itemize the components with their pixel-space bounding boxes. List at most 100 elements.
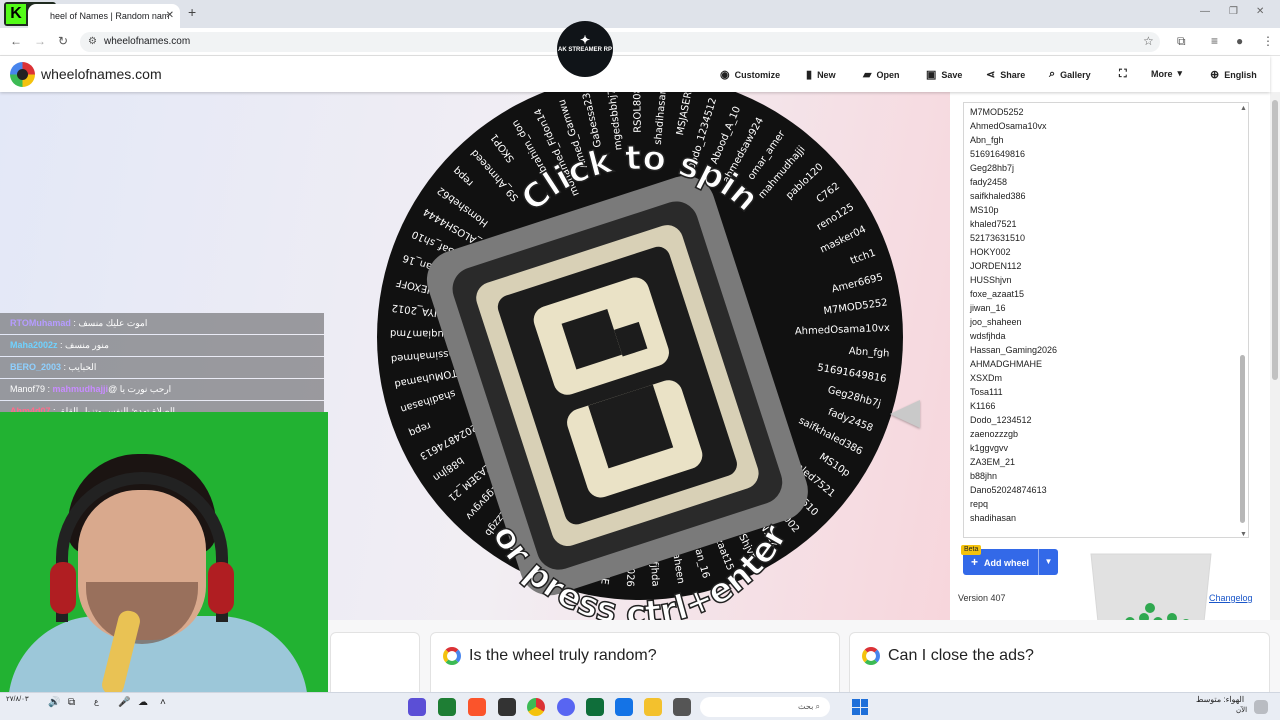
tray-chevron-icon[interactable]: ˄ bbox=[160, 697, 166, 708]
entry-line[interactable]: Dodo_1234512 bbox=[964, 413, 1248, 427]
cloud-icon[interactable]: ☁ bbox=[138, 697, 148, 708]
faq-card-partial[interactable] bbox=[330, 632, 420, 692]
fullscreen-button[interactable]: ⛶ bbox=[1119, 68, 1127, 81]
chrome-icon[interactable] bbox=[527, 698, 545, 716]
entry-line[interactable]: foxe_azaat15 bbox=[964, 287, 1248, 301]
file-explorer-icon[interactable] bbox=[644, 698, 662, 716]
entry-line[interactable]: saifkhaled386 bbox=[964, 189, 1248, 203]
entry-line[interactable]: Dano52024874613 bbox=[964, 483, 1248, 497]
microphone-icon[interactable]: 🎤 bbox=[118, 697, 130, 708]
entry-line[interactable]: shadihasan bbox=[964, 511, 1248, 525]
chat-message: اموت عليك منسف : RTOMuhamad bbox=[0, 313, 324, 334]
app-icon-1[interactable] bbox=[408, 698, 426, 716]
browser-tab-bar: K 16 heel of Names | Random nam ✕ + — ❐ … bbox=[0, 0, 1280, 28]
profile-avatar-icon[interactable]: ● bbox=[1236, 34, 1243, 48]
forward-icon[interactable]: → bbox=[34, 34, 46, 48]
close-tab-icon[interactable]: ✕ bbox=[166, 4, 174, 28]
entry-line[interactable]: AHMADGHMAHE bbox=[964, 357, 1248, 371]
entry-line[interactable]: repq bbox=[964, 497, 1248, 511]
entry-line[interactable]: b88jhn bbox=[964, 469, 1248, 483]
weather-icon[interactable] bbox=[1254, 700, 1268, 714]
bookmark-star-icon[interactable]: ☆ bbox=[1143, 34, 1154, 48]
page-scroll-thumb[interactable] bbox=[1272, 100, 1278, 380]
new-tab-icon[interactable]: + bbox=[188, 4, 196, 20]
entry-line[interactable]: HOKY002 bbox=[964, 245, 1248, 259]
scroll-down-icon[interactable]: ▼ bbox=[1240, 531, 1247, 537]
language-indicator-icon[interactable]: ع bbox=[94, 697, 99, 706]
entry-line[interactable]: k1ggvgvv bbox=[964, 441, 1248, 455]
network-icon[interactable]: ⧉ bbox=[68, 697, 75, 708]
scroll-up-icon[interactable]: ▲ bbox=[1240, 105, 1247, 112]
entries-scrollbar[interactable]: ▲ ▼ bbox=[1240, 105, 1247, 537]
entries-textarea[interactable]: M7MOD5252 AhmedOsama10vx Abn_fgh 5169164981… bbox=[963, 102, 1249, 538]
new-button[interactable]: ▮ New bbox=[806, 68, 836, 81]
wheel-logo-icon[interactable] bbox=[10, 62, 35, 87]
reload-icon[interactable]: ↻ bbox=[58, 34, 68, 48]
store-icon[interactable] bbox=[615, 698, 633, 716]
chat-username: Maha2002z bbox=[10, 340, 58, 350]
obs-icon[interactable] bbox=[498, 698, 516, 716]
entries-scroll-thumb[interactable] bbox=[1240, 355, 1245, 523]
site-name[interactable]: wheelofnames.com bbox=[41, 66, 162, 82]
page-scrollbar[interactable] bbox=[1270, 92, 1280, 620]
entry-line[interactable]: JORDEN112 bbox=[964, 259, 1248, 273]
entry-line[interactable]: joo_shaheen bbox=[964, 315, 1248, 329]
url-text: wheelofnames.com bbox=[104, 36, 191, 47]
more-button[interactable]: More ▾ bbox=[1151, 68, 1182, 79]
url-input[interactable]: ⚙ wheelofnames.com bbox=[80, 32, 1160, 52]
volume-icon[interactable]: 🔊 bbox=[48, 697, 60, 708]
weather-subtext: الآن bbox=[1236, 707, 1248, 714]
faq-card-ads[interactable]: Can I close the ads? bbox=[849, 632, 1270, 692]
browser-tab[interactable]: heel of Names | Random nam ✕ bbox=[28, 4, 180, 28]
open-button[interactable]: ▰ Open bbox=[863, 68, 899, 81]
maximize-icon[interactable]: ❐ bbox=[1229, 6, 1238, 17]
version-label: Version 407 bbox=[958, 593, 1006, 603]
entry-line[interactable]: jiwan_16 bbox=[964, 301, 1248, 315]
entry-line[interactable]: MS10p bbox=[964, 203, 1248, 217]
entry-line[interactable]: khaled7521 bbox=[964, 217, 1248, 231]
app-icon-3[interactable] bbox=[673, 698, 691, 716]
site-info-icon[interactable]: ⚙ bbox=[88, 32, 97, 52]
customize-button[interactable]: ◉ Customize bbox=[720, 68, 780, 81]
entry-line[interactable]: fady2458 bbox=[964, 175, 1248, 189]
eagle-icon: ✦ bbox=[579, 33, 591, 47]
browser-menu-icon[interactable]: ⋮ bbox=[1262, 34, 1274, 48]
entry-line[interactable]: wdsfjhda bbox=[964, 329, 1248, 343]
entry-line[interactable]: HUSShjvn bbox=[964, 273, 1248, 287]
entry-line[interactable]: Geg28hb7j bbox=[964, 161, 1248, 175]
discord-icon[interactable] bbox=[557, 698, 575, 716]
entry-line[interactable]: M7MOD5252 bbox=[964, 105, 1248, 119]
save-button[interactable]: ▣ Save bbox=[926, 68, 962, 81]
reading-list-icon[interactable]: ≡ bbox=[1211, 34, 1218, 48]
close-window-icon[interactable]: ✕ bbox=[1256, 6, 1264, 17]
taskbar-search-input[interactable]: بحث ⌕ bbox=[700, 697, 830, 717]
entry-line[interactable]: Tosa111 bbox=[964, 385, 1248, 399]
entry-line[interactable]: zaenozzzgb bbox=[964, 427, 1248, 441]
windows-start-icon[interactable] bbox=[852, 699, 868, 715]
entry-line[interactable]: 51691649816 bbox=[964, 147, 1248, 161]
brave-icon[interactable] bbox=[468, 698, 486, 716]
entry-line[interactable]: XSXDm bbox=[964, 371, 1248, 385]
wheel-pointer bbox=[890, 400, 920, 428]
entry-line[interactable]: ZA3EM_21 bbox=[964, 455, 1248, 469]
save-icon: ▣ bbox=[926, 69, 937, 81]
back-icon[interactable]: ← bbox=[10, 34, 22, 48]
entry-line[interactable]: K1166 bbox=[964, 399, 1248, 413]
minimize-icon[interactable]: — bbox=[1200, 6, 1210, 17]
terminal-icon[interactable] bbox=[586, 698, 604, 716]
gallery-button[interactable]: ⌕ Gallery bbox=[1049, 68, 1091, 81]
taskbar-date: ٢٧/٨/٠٣ bbox=[6, 696, 29, 703]
extensions-icon[interactable]: ⧉ bbox=[1177, 34, 1186, 49]
app-icon-2[interactable] bbox=[438, 698, 456, 716]
share-button[interactable]: ⋖ Share bbox=[986, 68, 1025, 81]
entry-line[interactable]: Abn_fgh bbox=[964, 133, 1248, 147]
weather-text[interactable]: الهواء: متوسط bbox=[1196, 695, 1244, 704]
chevron-down-icon: ▾ bbox=[1177, 68, 1183, 78]
entry-line[interactable]: Hassan_Gaming2026 bbox=[964, 343, 1248, 357]
add-wheel-dropdown-icon[interactable]: ▼ bbox=[1038, 549, 1058, 575]
language-button[interactable]: ⊕ English bbox=[1210, 68, 1257, 81]
faq-question: Is the wheel truly random? bbox=[469, 647, 657, 664]
entry-line[interactable]: AhmedOsama10vx bbox=[964, 119, 1248, 133]
entry-line[interactable]: 52173631510 bbox=[964, 231, 1248, 245]
faq-card-random[interactable]: Is the wheel truly random? bbox=[430, 632, 840, 692]
